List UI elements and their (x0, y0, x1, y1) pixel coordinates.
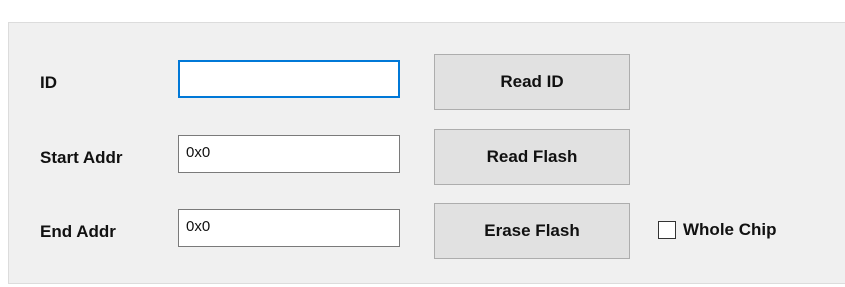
id-label: ID (40, 73, 57, 92)
start-addr-field[interactable]: 0x0 (178, 135, 400, 173)
id-field[interactable] (178, 60, 400, 98)
end-addr-field[interactable]: 0x0 (178, 209, 400, 247)
read-flash-button[interactable]: Read Flash (434, 129, 630, 185)
erase-flash-button[interactable]: Erase Flash (434, 203, 630, 259)
checkbox-box[interactable] (658, 221, 676, 239)
read-id-button[interactable]: Read ID (434, 54, 630, 110)
end-addr-label: End Addr (40, 222, 116, 241)
whole-chip-checkbox[interactable]: Whole Chip (658, 220, 776, 240)
start-addr-label: Start Addr (40, 148, 123, 167)
flash-operations-panel: ID Read ID Start Addr 0x0 Read Flash End… (8, 22, 845, 284)
start-addr-field-value: 0x0 (186, 144, 211, 161)
end-addr-field-value: 0x0 (186, 218, 211, 235)
whole-chip-label: Whole Chip (683, 220, 777, 239)
